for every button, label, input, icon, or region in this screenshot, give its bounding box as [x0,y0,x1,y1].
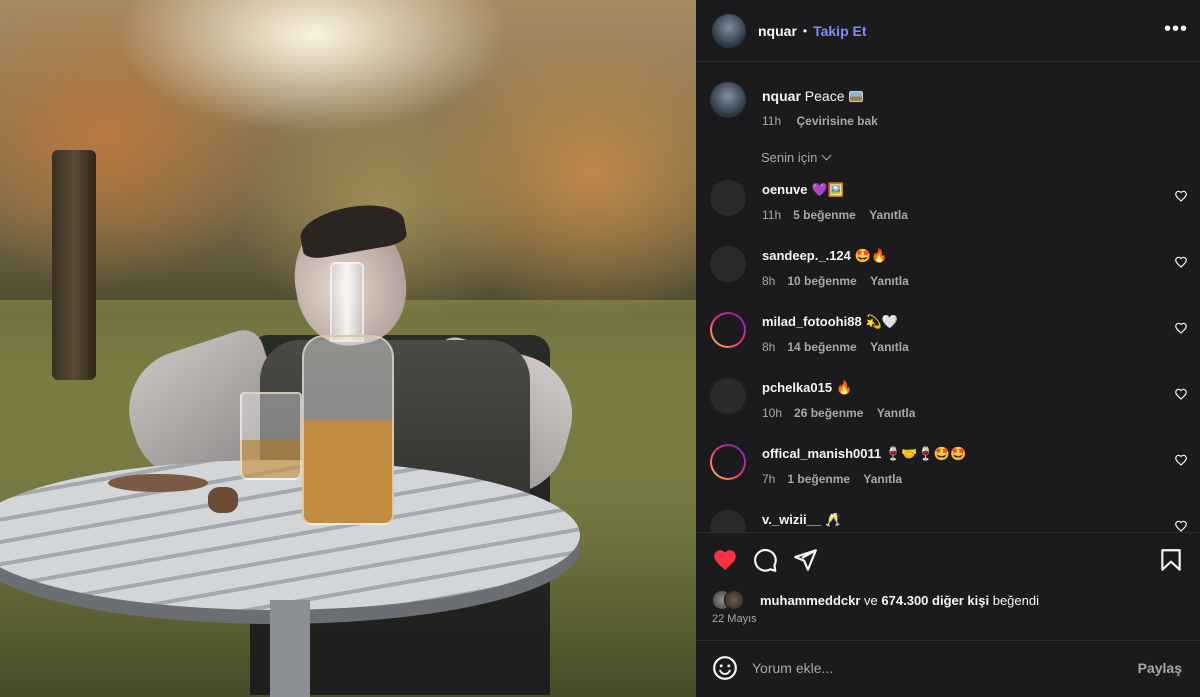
commenter-avatar[interactable] [710,378,746,414]
comment-item: pchelka015 🔥 10h 26 beğenme Yanıtla [710,370,1188,436]
commenter-username[interactable]: v._wizii__ [762,512,821,527]
comment-like-heart-icon[interactable] [1174,321,1188,335]
comment-likes[interactable]: 14 beğenme [787,340,856,354]
post-side-panel: nquar • Takip Et ••• nquar Peace 11h Çev… [696,0,1200,697]
caption-username[interactable]: nquar [762,88,801,104]
photo-tree-trunk [52,150,96,380]
comment-item: v._wizii__ 🥂 [710,502,1188,532]
photo-table-leg [270,600,310,697]
comment-like-heart-icon[interactable] [1174,255,1188,269]
comment-likes[interactable]: 26 beğenme [794,406,863,420]
commenter-username[interactable]: milad_fotoohi88 [762,314,862,329]
post-date[interactable]: 22 Mayıs [712,613,757,625]
commenter-avatar[interactable] [710,510,746,532]
header-separator: • [802,23,808,38]
commenter-username[interactable]: sandeep._.124 [762,248,851,263]
action-bar [696,532,1200,588]
comment-text: 🥂 [825,512,842,527]
comment-composer: Paylaş [696,640,1200,697]
comment-text: 💫🤍 [865,314,899,329]
likes-suffix: beğendi [992,592,1039,608]
post-photo[interactable] [0,0,696,697]
see-translation-link[interactable]: Çevirisine bak [796,114,877,128]
comment-time[interactable]: 8h [762,340,775,354]
comment-time[interactable]: 11h [762,208,781,222]
commenter-avatar[interactable] [710,312,746,348]
comment-filter-dropdown[interactable]: Senin için [761,150,832,165]
comment-item: milad_fotoohi88 💫🤍 8h 14 beğenme Yanıtla [710,304,1188,370]
caption-avatar[interactable] [710,82,746,118]
comment-text: 🤩🔥 [854,248,888,263]
comment-time[interactable]: 8h [762,274,775,288]
commenter-avatar[interactable] [710,246,746,282]
comment-like-heart-icon[interactable] [1174,189,1188,203]
photo-bottle-neck [330,262,364,342]
comment-item: offical_manish0011 🍷🤝🍷🤩🤩 7h 1 beğenme Yanıt… [710,436,1188,502]
comment-like-heart-icon[interactable] [1174,387,1188,401]
author-avatar[interactable] [712,13,746,48]
chevron-down-icon [821,150,832,161]
comment-likes[interactable]: 5 beğenme [793,208,856,222]
paper-plane-icon[interactable] [792,547,818,573]
commenter-username[interactable]: offical_manish0011 [762,446,881,461]
comments-list[interactable]: oenuve 💜🖼️ 11h 5 beğenme Yanıtla sandeep._.1… [710,172,1188,532]
author-username[interactable]: nquar [758,23,797,39]
commenter-avatar[interactable] [710,444,746,480]
reply-button[interactable]: Yanıtla [877,406,916,420]
smiley-icon[interactable] [712,655,738,681]
comment-text: 🔥 [836,380,853,395]
comment-filter-label: Senin için [761,150,818,165]
photo-cigar [208,487,238,513]
more-options-icon[interactable]: ••• [1164,18,1188,41]
caption-time: 11h [762,114,782,128]
comment-time[interactable]: 7h [762,472,775,486]
post-caption: nquar Peace 11h Çevirisine bak [710,82,1190,128]
comment-item: oenuve 💜🖼️ 11h 5 beğenme Yanıtla [710,172,1188,238]
comment-likes[interactable]: 10 beğenme [787,274,856,288]
post-comment-button[interactable]: Paylaş [1138,660,1182,676]
comment-item: sandeep._.124 🤩🔥 8h 10 beğenme Yanıtla [710,238,1188,304]
follow-button[interactable]: Takip Et [813,23,866,39]
photo-glass [240,392,302,480]
likes-connector: ve [864,592,878,608]
photo-tray [108,474,208,492]
comment-text: 💜🖼️ [811,182,844,197]
comment-likes[interactable]: 1 beğenme [787,472,850,486]
post-header: nquar • Takip Et ••• [696,0,1200,62]
likes-summary: muhammeddckr ve 674.300 diğer kişi beğen… [712,590,1039,610]
speech-bubble-icon[interactable] [752,547,778,573]
commenter-avatar[interactable] [710,180,746,216]
reply-button[interactable]: Yanıtla [863,472,902,486]
comment-time[interactable]: 10h [762,406,782,420]
comment-like-heart-icon[interactable] [1174,519,1188,532]
commenter-username[interactable]: pchelka015 [762,380,832,395]
photo-bottle [302,335,394,525]
comment-text: 🍷🤝🍷🤩🤩 [885,446,967,461]
heart-filled-icon[interactable] [712,547,738,573]
caption-text: Peace [804,88,845,104]
liker-username[interactable]: muhammeddckr [760,593,860,608]
liker-avatar[interactable] [724,590,744,610]
comment-like-heart-icon[interactable] [1174,453,1188,467]
reply-button[interactable]: Yanıtla [870,340,909,354]
likes-count[interactable]: 674.300 diğer kişi [881,593,989,608]
reply-button[interactable]: Yanıtla [869,208,908,222]
bookmark-icon[interactable] [1158,547,1184,573]
comment-input[interactable] [752,655,1112,681]
framed-picture-icon [849,91,864,102]
reply-button[interactable]: Yanıtla [870,274,909,288]
commenter-username[interactable]: oenuve [762,182,808,197]
